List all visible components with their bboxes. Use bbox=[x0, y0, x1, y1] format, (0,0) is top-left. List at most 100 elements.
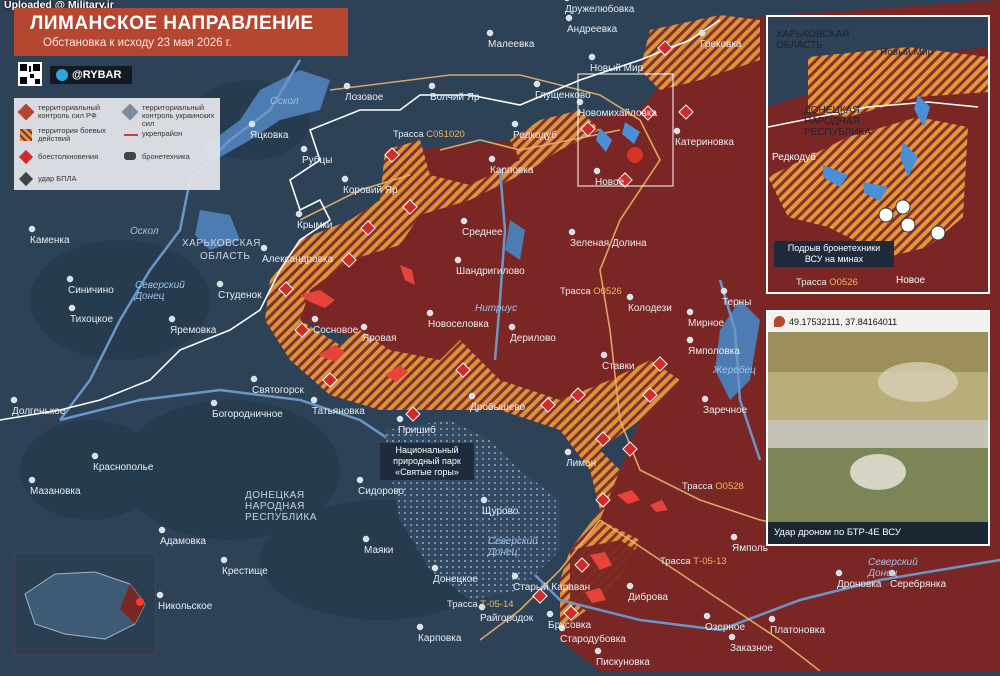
town-label: Заречное bbox=[703, 405, 748, 416]
road-label: Трасса О0526 bbox=[560, 286, 622, 297]
telegram-icon bbox=[56, 69, 68, 81]
town-dot bbox=[428, 82, 436, 90]
town-dot bbox=[310, 396, 318, 404]
legend-item-fortification: укрепрайон bbox=[142, 129, 183, 138]
town-label: Яцковка bbox=[250, 130, 289, 141]
town-label: Адамовка bbox=[160, 536, 206, 547]
town-label: Новое bbox=[595, 177, 625, 188]
inset-video-frame[interactable]: 49.17532111, 37.84164011 Удар дроном по … bbox=[766, 310, 990, 546]
page-subtitle: Обстановка к исходу 23 мая 2026 г. bbox=[43, 37, 232, 49]
town-dot bbox=[698, 29, 706, 37]
qr-code-icon[interactable] bbox=[18, 62, 42, 86]
town-label: Диброва bbox=[628, 591, 668, 603]
coordinates-bar: 49.17532111, 37.84164011 bbox=[768, 312, 988, 332]
road-label: Трасса С051020 bbox=[393, 129, 465, 140]
brand-name: @RYBAR bbox=[72, 69, 122, 81]
fortification-line-icon bbox=[124, 134, 138, 136]
town-label: Богородничное bbox=[212, 409, 283, 420]
town-label: Долгенькое bbox=[12, 406, 66, 417]
town-label: Краснополье bbox=[93, 462, 154, 473]
town-label: Дружелюбовка bbox=[565, 3, 635, 15]
town-label: Рубцы bbox=[302, 154, 332, 166]
town-label: Ямполь bbox=[732, 543, 768, 554]
town-dot bbox=[343, 82, 351, 90]
town-label: Лозовое bbox=[345, 92, 384, 103]
town-dot bbox=[220, 556, 228, 564]
town-label: Донецкое bbox=[433, 574, 478, 585]
town-dot bbox=[703, 612, 711, 620]
brand-badge[interactable]: @RYBAR bbox=[50, 66, 132, 84]
town-dot bbox=[701, 395, 709, 403]
town-label: Колодези bbox=[628, 303, 672, 314]
town-label: Яровая bbox=[362, 333, 397, 344]
legend-item-ua: территориальный контроль украинских сил bbox=[142, 103, 215, 128]
town-label: Святогорск bbox=[252, 385, 304, 396]
inset-town-redkodub: Редкодуб bbox=[772, 151, 816, 163]
town-label: Райгородок bbox=[480, 613, 534, 624]
town-label: Малеевка bbox=[488, 39, 535, 50]
town-dot bbox=[546, 610, 554, 618]
town-label: Стародубовка bbox=[560, 633, 626, 645]
town-dot bbox=[168, 315, 176, 323]
town-label: Ямполовка bbox=[688, 346, 740, 357]
armor-icon bbox=[124, 152, 136, 160]
legend-item-armor: бронетехника bbox=[142, 152, 190, 161]
town-dot bbox=[210, 399, 218, 407]
drone-strike-marker bbox=[627, 147, 643, 163]
town-label: Крымки bbox=[297, 220, 332, 231]
town-label: Брусовка bbox=[548, 620, 591, 631]
town-dot bbox=[300, 145, 308, 153]
town-dot bbox=[533, 80, 541, 88]
town-label: Редкодуб bbox=[513, 129, 557, 141]
legend-item-drone: удар БПЛА bbox=[38, 174, 77, 183]
town-label: Новомихайловка bbox=[578, 108, 657, 119]
town-label: Новый Мир bbox=[590, 63, 644, 74]
town-label: Дробышево bbox=[470, 401, 526, 413]
town-label: Коровий Яр bbox=[343, 185, 398, 196]
title-banner: ЛИМАНСКОЕ НАПРАВЛЕНИЕ Обстановка к исход… bbox=[14, 8, 348, 56]
town-dot bbox=[426, 309, 434, 317]
town-label: Татьяновка bbox=[312, 406, 365, 417]
town-label: Тихоцкое bbox=[70, 314, 113, 325]
national-park-label: Национальный природный парк «Святые горы… bbox=[380, 443, 474, 480]
town-label: Дерилово bbox=[510, 333, 556, 344]
town-dot bbox=[511, 120, 519, 128]
town-label: Пришиб bbox=[398, 424, 436, 436]
location-pin-icon bbox=[774, 316, 785, 327]
inset-town-novy-mir: Новый Мир bbox=[880, 47, 934, 58]
town-dot bbox=[568, 228, 576, 236]
town-label: Крестище bbox=[222, 566, 268, 577]
town-label: Карповка bbox=[418, 633, 462, 644]
town-label: Зеленая Долина bbox=[570, 238, 647, 249]
road-label: Трасса Т-05-13 bbox=[660, 556, 727, 567]
town-label: Пискуновка bbox=[596, 657, 650, 668]
inset-town-novoe: Новое bbox=[896, 275, 926, 286]
ru-control-swatch-icon bbox=[17, 103, 35, 121]
town-label: Катериновка bbox=[675, 137, 734, 148]
legend-item-contested: территория боевых действий bbox=[38, 126, 106, 143]
town-label: Терны bbox=[722, 297, 751, 308]
town-dot bbox=[468, 392, 476, 400]
river-label: Оскол bbox=[130, 226, 159, 237]
town-dot bbox=[480, 496, 488, 504]
town-dot bbox=[248, 120, 256, 128]
town-label: Мазановка bbox=[30, 486, 81, 497]
town-dot bbox=[416, 623, 424, 631]
town-dot bbox=[593, 167, 601, 175]
town-label: Грековка bbox=[700, 39, 742, 50]
town-label: Щурово bbox=[482, 506, 519, 517]
town-dot bbox=[28, 225, 36, 233]
town-label: Студенок bbox=[218, 290, 262, 301]
river-label: Жеребец bbox=[712, 364, 756, 376]
town-label: Ставки bbox=[602, 361, 635, 372]
town-dot bbox=[216, 280, 224, 288]
town-dot bbox=[250, 375, 258, 383]
locator-minimap bbox=[14, 553, 156, 655]
town-label: Синичино bbox=[68, 285, 114, 296]
road-label: Трасса О0528 bbox=[682, 481, 744, 492]
video-caption: Удар дроном по БТР-4Е ВСУ bbox=[768, 522, 988, 544]
town-label: Карповка bbox=[490, 165, 534, 176]
drone-strike-icon bbox=[18, 171, 34, 187]
inset-callout: Подрыв бронетехники ВСУ на минах bbox=[774, 241, 894, 267]
town-label: Каменка bbox=[30, 235, 70, 246]
